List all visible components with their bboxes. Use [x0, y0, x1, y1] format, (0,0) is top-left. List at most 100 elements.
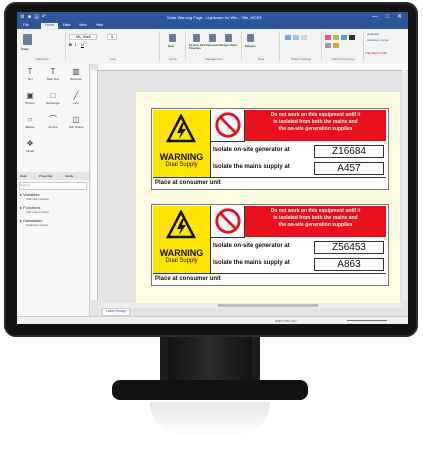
- label-footer: Place at consumer unit: [153, 273, 386, 284]
- italic-button[interactable]: I: [75, 42, 76, 47]
- tab-properties-panel[interactable]: Properties: [39, 174, 53, 178]
- style-swatch-3[interactable]: [301, 35, 307, 40]
- tool-arcline[interactable]: ⌒ Arcline: [42, 114, 64, 134]
- prohibition-panel: [211, 110, 245, 142]
- group-font: Ms_Shell 9 B I U Font: [67, 31, 160, 61]
- trial-text: Trial 30g 9 of 60: [365, 51, 387, 55]
- mains-label: Isolate the mains supply at: [213, 260, 290, 266]
- tab-fields-panel[interactable]: Fields: [65, 174, 73, 178]
- color-swatch-amber[interactable]: [333, 43, 339, 48]
- new-button[interactable]: [169, 34, 176, 42]
- tool-new-text[interactable]: T New Text: [42, 66, 64, 86]
- group-label-clipboard: Clipboard: [35, 57, 49, 61]
- document-manager-button[interactable]: [209, 34, 216, 42]
- electric-hazard-icon: [166, 210, 196, 239]
- prohibited-icon: [215, 208, 241, 234]
- tool-clipart[interactable]: ❖ Clipart: [19, 138, 41, 158]
- group-action: New Action: [161, 31, 186, 61]
- tool-sub-shape[interactable]: ◫ Sub Shape: [65, 114, 87, 134]
- margins-button[interactable]: [247, 34, 254, 42]
- electric-hazard-icon: [166, 114, 196, 143]
- search-input[interactable]: Search: [19, 182, 87, 190]
- picture-icon: ▣: [26, 91, 34, 100]
- dual-supply-text: Dual Supply: [165, 162, 198, 168]
- style-swatch-2[interactable]: [293, 35, 299, 40]
- warning-label-1[interactable]: WARNING Dual Supply Do not work on this …: [151, 108, 389, 190]
- underline-button[interactable]: U: [81, 42, 84, 47]
- paste-label: Paste: [21, 47, 29, 51]
- tree-databases[interactable]: ▸ Databases Database wizard: [20, 218, 48, 227]
- tool-barcode[interactable]: ▥ Barcode: [65, 66, 87, 86]
- notice-panel: Do not work on this equipment until it i…: [245, 110, 386, 141]
- help-link[interactable]: Help/Ask: [367, 32, 379, 36]
- generator-row: Isolate on-site generator at Z16684: [211, 143, 386, 159]
- tab-data[interactable]: Data: [63, 23, 70, 27]
- zoom-readout[interactable]: Width 73% (1/1): [275, 319, 297, 323]
- color-swatch-pink[interactable]: [325, 35, 331, 40]
- notice-line: the on-site generation supplies: [278, 222, 353, 228]
- mains-row: Isolate the mains supply at A457: [211, 160, 386, 176]
- tab-help[interactable]: Help: [96, 23, 103, 27]
- tool-ellipse[interactable]: ○ Ellipse: [19, 114, 41, 134]
- group-object-settings: Object Settings: [281, 31, 322, 61]
- object-properties-button[interactable]: [225, 34, 232, 42]
- color-swatch-green[interactable]: [333, 35, 339, 40]
- font-size-select[interactable]: 9: [107, 34, 117, 40]
- label-footer: Place at consumer unit: [153, 177, 386, 188]
- mains-value[interactable]: A457: [314, 162, 384, 175]
- group-label-action: Action: [168, 57, 178, 61]
- barcode-icon: ▥: [72, 67, 80, 76]
- group-label-bars: Bars: [257, 57, 265, 61]
- text-icon: T: [27, 67, 33, 76]
- monitor-reflection: [150, 402, 270, 437]
- generator-value[interactable]: Z16684: [314, 145, 384, 158]
- prohibited-icon: [215, 112, 241, 138]
- font-name-select[interactable]: Ms_Shell: [69, 34, 98, 40]
- mains-value[interactable]: A863: [314, 258, 384, 271]
- margins-label: Margins: [245, 44, 256, 48]
- notice-line: is isolated from both the mains and: [273, 215, 358, 221]
- title-bar: ⚙ ■ 🖫 ↶ Solar Warning Page - Lightware f…: [17, 12, 408, 22]
- ellipse-icon: ○: [27, 115, 33, 124]
- dynamic-data-button[interactable]: [193, 34, 200, 42]
- bold-button[interactable]: B: [69, 42, 72, 47]
- quick-access-icons[interactable]: ⚙ ■ 🖫 ↶: [20, 14, 47, 22]
- horizontal-ruler: [98, 64, 408, 71]
- tree-variables[interactable]: ▸ Variables Add new variable: [20, 192, 49, 201]
- paste-button[interactable]: [23, 34, 32, 45]
- color-swatch-black[interactable]: [349, 35, 355, 40]
- mains-label: Isolate the mains supply at: [213, 164, 290, 170]
- left-panel: T Text T New Text ▥ Barcode ▣ Picture □ Recta…: [17, 64, 90, 316]
- warning-label-2[interactable]: WARNING Dual Supply Do not work on this …: [151, 204, 389, 286]
- database-wizard-link[interactable]: Database wizard: [26, 223, 48, 227]
- tool-picture[interactable]: ▣ Picture: [19, 90, 41, 110]
- tree-functions[interactable]: ▸ Functions Add new function: [20, 205, 49, 214]
- color-swatch-blue[interactable]: [341, 35, 347, 40]
- tool-line[interactable]: ╱ Line: [65, 90, 87, 110]
- activate-license-link[interactable]: Activate License: [367, 38, 389, 42]
- sheet-tab-label-design[interactable]: Label Design: [102, 308, 131, 316]
- new-label: New: [168, 44, 175, 48]
- tab-data-panel[interactable]: Data: [20, 174, 26, 178]
- tool-text[interactable]: T Text: [19, 66, 41, 86]
- vertical-scrollbar[interactable]: [402, 70, 407, 302]
- tab-view[interactable]: View: [79, 23, 87, 27]
- horizontal-scrollbar[interactable]: [98, 303, 403, 308]
- app-window: ⚙ ■ 🖫 ↶ Solar Warning Page - Lightware f…: [17, 12, 408, 324]
- new-text-icon: T: [50, 67, 56, 76]
- add-function-link[interactable]: Add new function: [26, 210, 49, 214]
- group-color-processing: Color Processing: [323, 31, 364, 61]
- window-controls[interactable]: — □ ✕: [372, 13, 405, 20]
- style-swatch-1[interactable]: [285, 35, 291, 40]
- group-label-font: Font: [109, 57, 116, 61]
- scrollbar-thumb[interactable]: [218, 304, 318, 307]
- tab-file[interactable]: File: [23, 23, 29, 27]
- group-clipboard: Paste Clipboard: [19, 31, 66, 61]
- add-variable-link[interactable]: Add new variable: [26, 197, 49, 201]
- generator-label: Isolate on-site generator at: [213, 147, 290, 153]
- tool-rectangle[interactable]: □ Rectangle: [42, 90, 64, 110]
- notice-line: Do not work on this equipment until it: [270, 112, 361, 118]
- color-swatch-gray[interactable]: [325, 43, 331, 48]
- generator-value[interactable]: Z56453: [314, 241, 384, 254]
- zoom-slider[interactable]: [347, 320, 387, 321]
